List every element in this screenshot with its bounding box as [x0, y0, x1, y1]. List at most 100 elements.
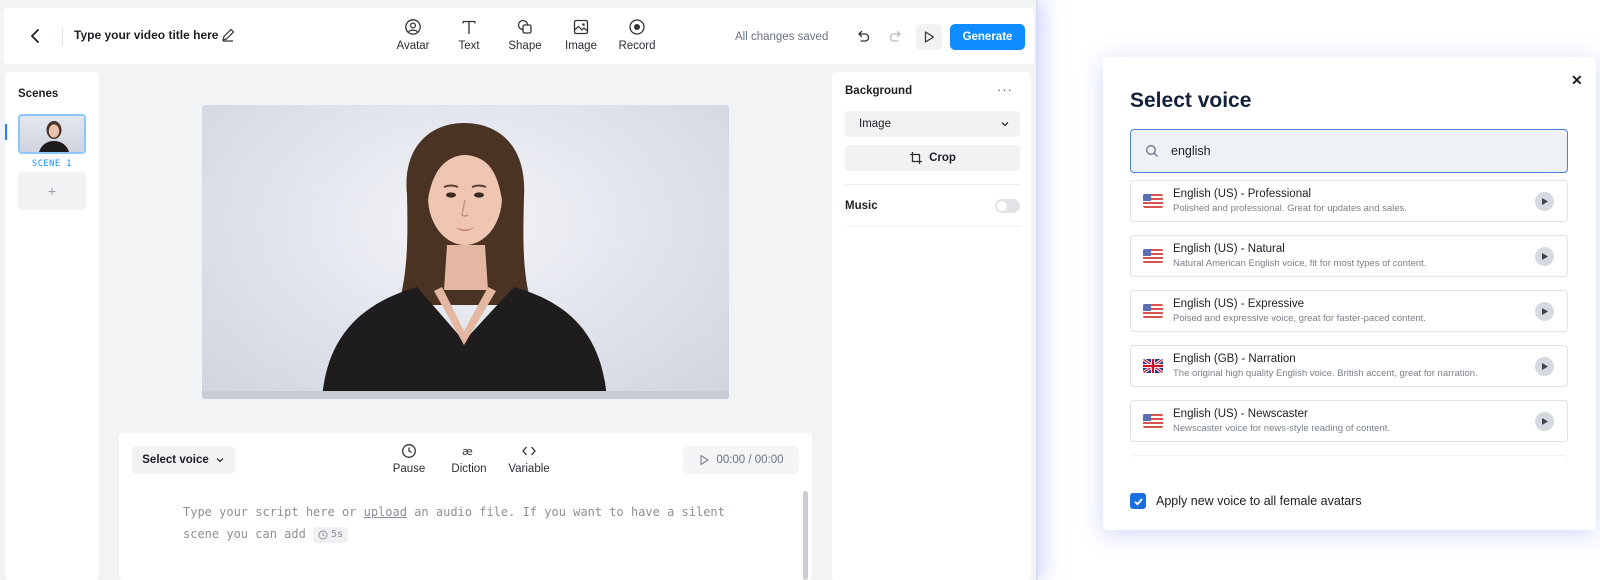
add-scene-button[interactable]: + — [18, 172, 86, 210]
tool-shape[interactable]: Shape — [504, 18, 546, 52]
upload-link[interactable]: upload — [364, 505, 407, 519]
play-icon — [1542, 418, 1548, 425]
voice-search-input[interactable] — [1171, 144, 1551, 158]
voice-option[interactable]: English (US) - Expressive Poised and expr… — [1130, 290, 1568, 332]
play-icon — [1542, 308, 1548, 315]
music-toggle[interactable] — [995, 199, 1020, 213]
script-scrollbar[interactable] — [803, 491, 808, 580]
voice-search — [1130, 129, 1568, 173]
scenes-panel: Scenes SCENE 1 + — [5, 72, 99, 580]
voice-preview-button[interactable] — [1535, 412, 1554, 431]
voice-name: English (US) - Expressive — [1173, 298, 1305, 310]
voice-list: English (US) - Professional Polished and … — [1130, 180, 1570, 466]
scene-active-marker — [5, 124, 7, 140]
voice-preview-button[interactable] — [1535, 192, 1554, 211]
voice-description: The original high quality English voice.… — [1173, 368, 1478, 379]
voice-description: Natural American English voice, fit for … — [1173, 258, 1427, 269]
voice-description: Poised and expressive voice, great for f… — [1173, 313, 1426, 324]
pause-chip[interactable]: 5s — [313, 526, 349, 543]
voice-preview-button[interactable] — [1535, 357, 1554, 376]
voice-name: English (US) - Newscaster — [1173, 408, 1308, 420]
preview-play-button[interactable] — [916, 24, 942, 50]
record-icon — [629, 19, 645, 35]
image-icon — [573, 19, 589, 35]
script-panel: Select voice Pause æ Diction Variable 00… — [119, 433, 812, 580]
script-timer[interactable]: 00:00 / 00:00 — [683, 446, 799, 474]
select-voice-label: Select voice — [142, 454, 209, 466]
chevron-down-icon — [216, 458, 224, 463]
script-editor[interactable]: Type your script here or upload an audio… — [183, 501, 743, 545]
canvas-floor — [202, 391, 729, 399]
apply-all-option[interactable]: Apply new voice to all female avatars — [1130, 493, 1362, 509]
avatar-icon — [405, 19, 421, 35]
scene-thumbnail[interactable] — [18, 114, 86, 154]
tool-avatar[interactable]: Avatar — [392, 18, 434, 52]
tool-image[interactable]: Image — [560, 18, 602, 52]
gb-flag-icon — [1143, 359, 1163, 373]
video-title[interactable]: Type your video title here — [74, 28, 218, 42]
text-icon — [462, 20, 476, 34]
close-icon[interactable]: ✕ — [1571, 72, 1583, 89]
flag-icon — [1143, 414, 1163, 428]
scene-canvas[interactable] — [202, 105, 729, 399]
tool-text[interactable]: Text — [448, 18, 490, 52]
scenes-title: Scenes — [18, 88, 59, 100]
script-tools: Pause æ Diction Variable — [385, 443, 553, 475]
background-type-select[interactable]: Image — [845, 111, 1020, 137]
undo-icon[interactable] — [854, 28, 872, 46]
us-flag-icon — [1143, 249, 1163, 263]
tool-record[interactable]: Record — [616, 18, 658, 52]
voice-option[interactable]: English (US) - Newscaster Newscaster voic… — [1130, 400, 1568, 442]
search-icon — [1146, 145, 1158, 157]
tool-record-label: Record — [618, 40, 656, 52]
tool-diction[interactable]: æ Diction — [445, 443, 493, 475]
voice-description: Polished and professional. Great for upd… — [1173, 203, 1407, 214]
pencil-icon[interactable] — [220, 27, 236, 43]
chevron-down-icon — [1001, 122, 1009, 127]
redo-icon[interactable] — [887, 28, 905, 46]
play-icon — [1542, 363, 1548, 370]
apply-all-label: Apply new voice to all female avatars — [1156, 494, 1362, 508]
tool-variable[interactable]: Variable — [505, 443, 553, 475]
select-voice-dialog: ✕ Select voice English (US) - Profession… — [1103, 57, 1596, 530]
toolbar-divider — [62, 28, 63, 46]
flag-icon — [1143, 359, 1163, 373]
voice-name: English (US) - Natural — [1173, 243, 1285, 255]
apply-all-checkbox[interactable] — [1130, 493, 1146, 509]
diction-icon: æ — [462, 445, 473, 458]
play-icon — [1542, 253, 1548, 260]
voice-option[interactable]: English (GB) - Narration The original hig… — [1130, 345, 1568, 387]
more-options-icon[interactable]: ··· — [997, 82, 1013, 97]
pause-chip-label: 5s — [331, 528, 344, 540]
crop-button[interactable]: Crop — [845, 145, 1020, 171]
svg-text:æ: æ — [462, 445, 473, 458]
select-voice-button[interactable]: Select voice — [132, 446, 235, 474]
voice-name: English (US) - Professional — [1173, 188, 1312, 200]
voice-preview-button[interactable] — [1535, 247, 1554, 266]
generate-button[interactable]: Generate — [950, 24, 1025, 50]
crop-icon — [910, 152, 923, 164]
background-title: Background — [845, 85, 913, 97]
clock-icon — [402, 444, 416, 458]
voice-description: Newscaster voice for news-style reading … — [1173, 423, 1391, 434]
voice-preview-button[interactable] — [1535, 302, 1554, 321]
code-icon — [522, 446, 536, 456]
divider — [845, 226, 1020, 227]
tool-pause-label: Pause — [392, 463, 426, 475]
back-arrow-icon[interactable] — [26, 26, 46, 46]
tool-avatar-label: Avatar — [396, 40, 430, 52]
flag-icon — [1143, 304, 1163, 318]
top-toolbar: Type your video title here Avatar Text S… — [4, 8, 1034, 64]
divider — [845, 184, 1020, 185]
script-placeholder-start: Type your script here or — [183, 505, 364, 519]
crop-label: Crop — [929, 152, 956, 164]
tool-pause[interactable]: Pause — [385, 443, 433, 475]
tool-variable-label: Variable — [508, 463, 550, 475]
avatar-presenter — [322, 123, 607, 399]
scene-label: SCENE 1 — [31, 159, 73, 169]
voice-option[interactable]: English (US) - Professional Polished and … — [1130, 180, 1568, 222]
play-icon — [1542, 198, 1548, 205]
us-flag-icon — [1143, 304, 1163, 318]
us-flag-icon — [1143, 414, 1163, 428]
voice-option[interactable]: English (US) - Natural Natural American E… — [1130, 235, 1568, 277]
